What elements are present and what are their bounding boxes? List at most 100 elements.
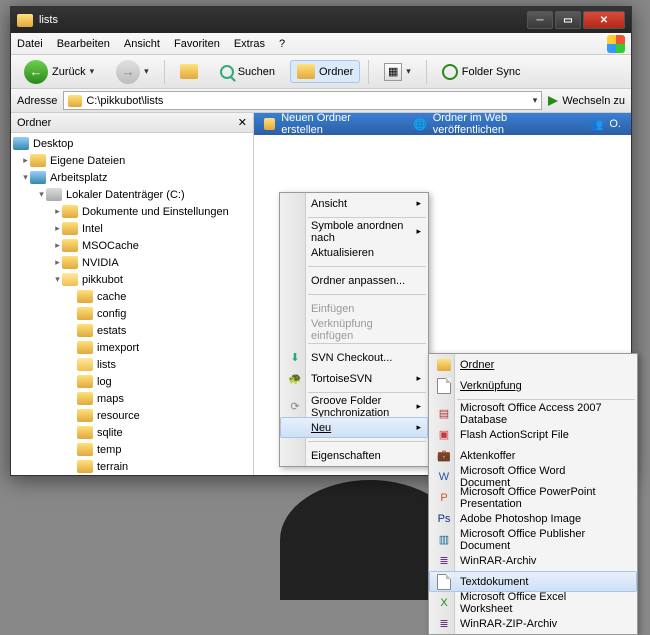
submenu-arrow-icon: ▸ (416, 401, 421, 412)
ctx-refresh[interactable]: Aktualisieren (280, 242, 428, 263)
new-photoshop[interactable]: PsAdobe Photoshop Image (429, 508, 637, 529)
tree-nvidia[interactable]: NVIDIA (82, 257, 119, 269)
back-button[interactable]: ← Zurück ▾ (17, 56, 101, 88)
folders-pane-button[interactable]: Ordner (290, 60, 360, 83)
new-folder[interactable]: Ordner (429, 354, 637, 375)
powerpoint-icon: P (436, 490, 452, 506)
folder-icon (77, 426, 93, 439)
titlebar[interactable]: lists ─ ▭ ✕ (11, 7, 631, 33)
go-button[interactable]: Wechseln zu (548, 95, 625, 107)
folder-icon (77, 443, 93, 456)
folder-icon (77, 409, 93, 422)
folder-icon (62, 205, 78, 218)
drive-icon (46, 188, 62, 201)
tree-lists[interactable]: lists (97, 359, 116, 371)
separator (426, 60, 427, 84)
menu-datei[interactable]: Datei (17, 38, 43, 50)
new-briefcase[interactable]: 💼Aktenkoffer (429, 445, 637, 466)
separator (164, 60, 165, 84)
tree-maps[interactable]: maps (97, 393, 124, 405)
new-access-db[interactable]: ▤Microsoft Office Access 2007 Database (429, 403, 637, 424)
folder-open-icon (77, 358, 93, 371)
folder-icon (77, 341, 93, 354)
new-winrar-zip[interactable]: ≣WinRAR-ZIP-Archiv (429, 613, 637, 634)
tree-eigene-dateien[interactable]: Eigene Dateien (50, 155, 125, 167)
sidebar-close-button[interactable]: ✕ (238, 116, 247, 129)
tree-desktop[interactable]: Desktop (33, 138, 73, 150)
up-button[interactable] (173, 60, 205, 83)
go-label: Wechseln zu (562, 95, 625, 107)
search-button[interactable]: Suchen (213, 61, 282, 83)
tree-drive-c[interactable]: Lokaler Datenträger (C:) (66, 189, 185, 201)
groove-icon: ⟳ (287, 399, 303, 415)
tree-temp[interactable]: temp (97, 444, 121, 456)
tree-terrain[interactable]: terrain (97, 461, 128, 473)
submenu-arrow-icon: ▸ (416, 226, 421, 237)
tree-estats[interactable]: estats (97, 325, 126, 337)
tree-sqlite[interactable]: sqlite (97, 427, 123, 439)
tree-arbeitsplatz[interactable]: Arbeitsplatz (50, 172, 107, 184)
ctx-groove-sync[interactable]: ⟳Groove Folder Synchronization▸ (280, 396, 428, 417)
dropdown-arrow-icon[interactable]: ▾ (144, 66, 149, 77)
new-shortcut[interactable]: Verknüpfung (429, 375, 637, 396)
tree-pikkubot[interactable]: pikkubot (82, 274, 123, 286)
address-field[interactable]: C:\pikkubot\lists ▾ (63, 91, 542, 110)
ctx-properties[interactable]: Eigenschaften (280, 445, 428, 466)
tree-resource[interactable]: resource (97, 410, 140, 422)
new-word-doc[interactable]: WMicrosoft Office Word Document (429, 466, 637, 487)
address-path: C:\pikkubot\lists (86, 95, 163, 107)
winrar-zip-icon: ≣ (436, 616, 452, 632)
dropdown-arrow-icon[interactable]: ▾ (533, 95, 538, 106)
ctx-tortoisesvn[interactable]: 🐢TortoiseSVN▸ (280, 368, 428, 389)
ctx-view[interactable]: Ansicht▸ (280, 193, 428, 214)
ctx-new[interactable]: Neu▸ (280, 417, 428, 438)
forward-button[interactable]: → ▾ (109, 56, 156, 88)
ctx-svn-checkout[interactable]: ⬇SVN Checkout... (280, 347, 428, 368)
menu-bearbeiten[interactable]: Bearbeiten (57, 38, 110, 50)
flash-icon: ▣ (436, 427, 452, 443)
dropdown-arrow-icon[interactable]: ▾ (406, 66, 411, 77)
folder-icon (77, 290, 93, 303)
tree-config[interactable]: config (97, 308, 126, 320)
photoshop-icon: Ps (436, 511, 452, 527)
submenu-arrow-icon: ▸ (416, 422, 421, 433)
folder-open-icon (62, 273, 78, 286)
tree-imexport[interactable]: imexport (97, 342, 139, 354)
new-publisher[interactable]: ▥Microsoft Office Publisher Document (429, 529, 637, 550)
go-icon (548, 96, 558, 106)
folder-tree[interactable]: Desktop ▸Eigene Dateien ▾Arbeitsplatz ▾L… (11, 133, 253, 475)
publish-task[interactable]: 🌐Ordner im Web veröffentlichen (413, 113, 550, 136)
desktop-icon (13, 137, 29, 150)
menu-help[interactable]: ? (279, 38, 285, 50)
new-winrar[interactable]: ≣WinRAR-Archiv (429, 550, 637, 571)
views-button[interactable]: ▦ ▾ (377, 59, 418, 85)
tree-docs-settings[interactable]: Dokumente und Einstellungen (82, 206, 229, 218)
tree-intel[interactable]: Intel (82, 223, 103, 235)
new-textdocument[interactable]: Textdokument (429, 571, 637, 592)
folder-icon (77, 324, 93, 337)
folder-icon (264, 118, 275, 130)
new-excel[interactable]: XMicrosoft Office Excel Worksheet (429, 592, 637, 613)
ctx-customize[interactable]: Ordner anpassen... (280, 270, 428, 291)
maximize-button[interactable]: ▭ (555, 11, 581, 29)
dropdown-arrow-icon[interactable]: ▾ (90, 66, 95, 77)
address-label: Adresse (17, 95, 57, 107)
ctx-arrange-icons[interactable]: Symbole anordnen nach▸ (280, 221, 428, 242)
foldersync-button[interactable]: Folder Sync (435, 60, 528, 84)
search-icon (220, 65, 234, 79)
tree-cache[interactable]: cache (97, 291, 126, 303)
tree-log[interactable]: log (97, 376, 112, 388)
forward-icon: → (116, 60, 140, 84)
tree-msocache[interactable]: MSOCache (82, 240, 139, 252)
new-powerpoint[interactable]: PMicrosoft Office PowerPoint Presentatio… (429, 487, 637, 508)
share-task[interactable]: 👥O. (590, 118, 621, 131)
menu-favoriten[interactable]: Favoriten (174, 38, 220, 50)
svn-icon: ⬇ (287, 350, 303, 366)
new-folder-task[interactable]: Neuen Ordner erstellen (264, 113, 373, 136)
folders-label: Ordner (319, 66, 353, 78)
new-flash-as[interactable]: ▣Flash ActionScript File (429, 424, 637, 445)
close-button[interactable]: ✕ (583, 11, 625, 29)
menu-ansicht[interactable]: Ansicht (124, 38, 160, 50)
menu-extras[interactable]: Extras (234, 38, 265, 50)
minimize-button[interactable]: ─ (527, 11, 553, 29)
